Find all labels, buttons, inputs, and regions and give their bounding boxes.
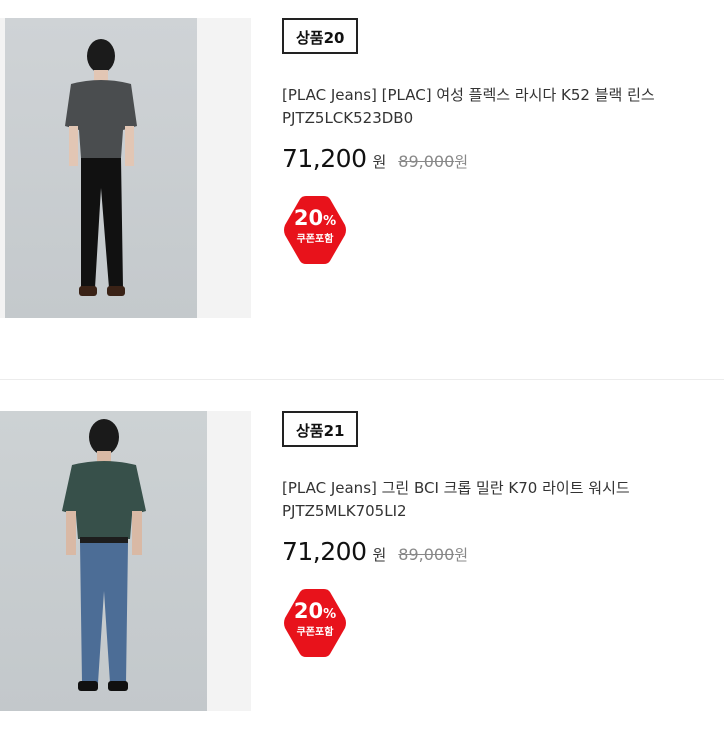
- product-number-badge: 상품21: [282, 411, 359, 447]
- sale-price: 71,200: [282, 537, 367, 566]
- original-price-unit: 원: [454, 153, 469, 171]
- product-name-link[interactable]: [PLAC Jeans] [PLAC] 여성 플렉스 라시다 K52 블랙 린스…: [282, 84, 712, 130]
- model-photo-icon: [62, 419, 146, 691]
- coupon-percent: 20%: [282, 599, 348, 627]
- coupon-percent-value: 20: [293, 206, 324, 230]
- coupon-percent-sign: %: [323, 214, 337, 229]
- product-number-badge: 상품20: [282, 18, 359, 54]
- price-row: 71,200 원 89,000 원: [282, 144, 712, 174]
- coupon-label: 쿠폰포함: [296, 627, 334, 638]
- original-price-unit: 원: [454, 546, 469, 564]
- product-card[interactable]: 상품21 [PLAC Jeans] 그린 BCI 크롭 밀란 K70 라이트 워…: [0, 381, 724, 731]
- original-price: 89,000: [398, 152, 455, 171]
- product-name-link[interactable]: [PLAC Jeans] 그린 BCI 크롭 밀란 K70 라이트 워시드 PJ…: [282, 477, 712, 523]
- price-row: 71,200 원 89,000 원: [282, 537, 712, 567]
- sale-price-unit: 원: [372, 153, 387, 171]
- coupon-discount-badge: 20% 쿠폰포함: [282, 194, 348, 266]
- product-info: 상품20 [PLAC Jeans] [PLAC] 여성 플렉스 라시다 K52 …: [282, 18, 712, 266]
- product-info: 상품21 [PLAC Jeans] 그린 BCI 크롭 밀란 K70 라이트 워…: [282, 411, 712, 659]
- product-card[interactable]: 상품20 [PLAC Jeans] [PLAC] 여성 플렉스 라시다 K52 …: [0, 0, 724, 380]
- sale-price-unit: 원: [372, 546, 387, 564]
- coupon-percent-sign: %: [323, 607, 337, 622]
- coupon-percent: 20%: [282, 206, 348, 234]
- coupon-discount-badge: 20% 쿠폰포함: [282, 587, 348, 659]
- model-photo-icon: [65, 39, 137, 296]
- product-image[interactable]: [5, 18, 197, 318]
- original-price: 89,000: [398, 545, 455, 564]
- product-image-frame[interactable]: [0, 18, 251, 318]
- product-image[interactable]: [0, 411, 207, 711]
- divider: [0, 379, 724, 380]
- product-image-frame[interactable]: [0, 411, 251, 711]
- sale-price: 71,200: [282, 144, 367, 173]
- coupon-label: 쿠폰포함: [296, 234, 334, 245]
- coupon-percent-value: 20: [293, 599, 324, 623]
